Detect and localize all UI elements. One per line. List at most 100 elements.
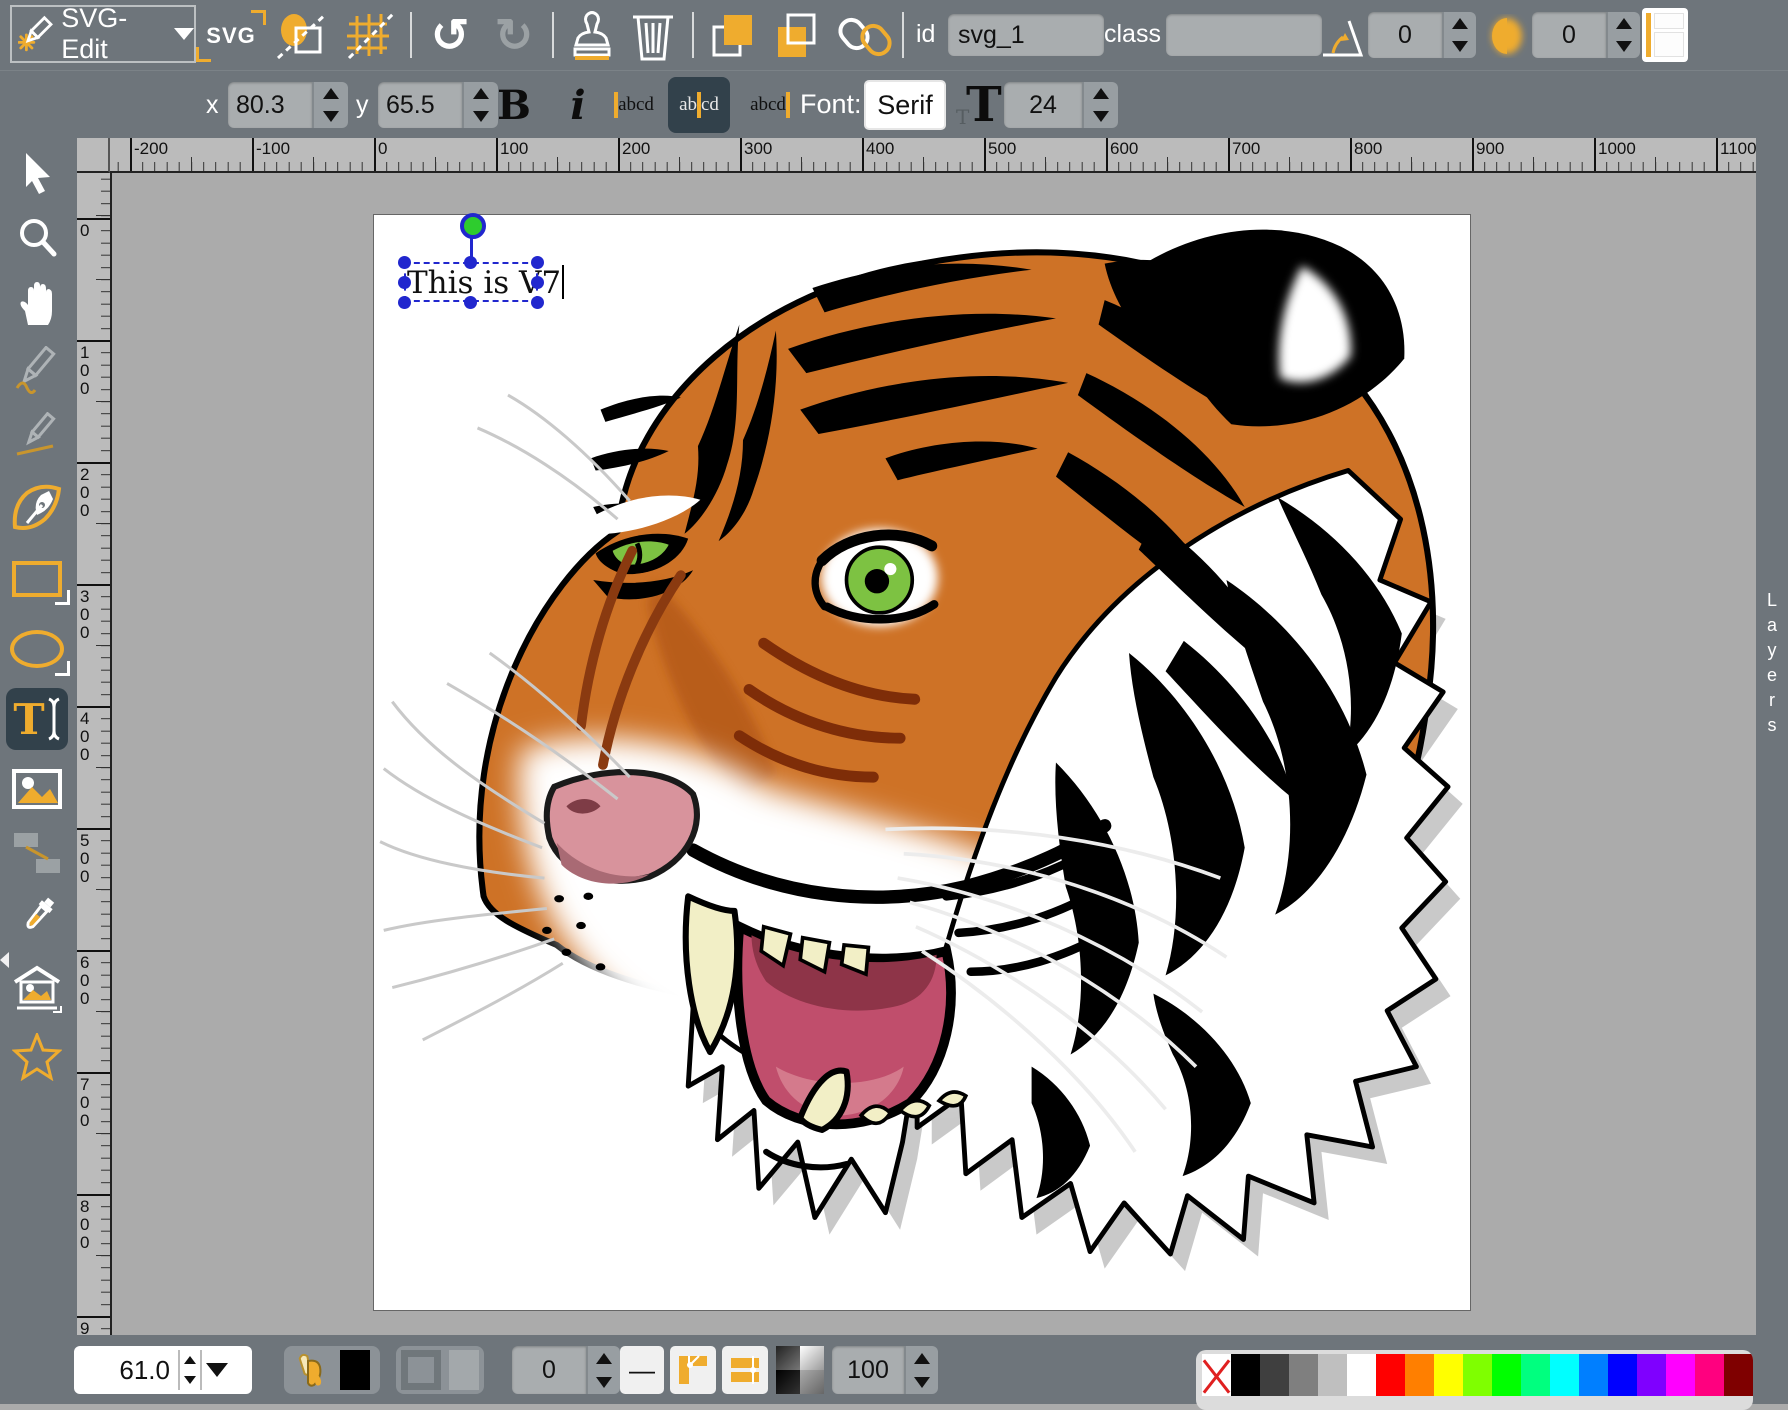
- grip-se[interactable]: [531, 296, 544, 309]
- tool-select[interactable]: [6, 142, 68, 204]
- text-anchor-end-button[interactable]: abcd: [744, 77, 796, 133]
- clone-button[interactable]: [564, 8, 620, 62]
- tool-ellipse[interactable]: [6, 618, 68, 680]
- linejoin-button[interactable]: [670, 1346, 716, 1394]
- palette-swatch-00FFFF[interactable]: [1550, 1354, 1579, 1396]
- angle-value[interactable]: 0: [1368, 12, 1442, 58]
- italic-button[interactable]: i: [560, 79, 596, 131]
- ruler-top-label: 1000: [1598, 139, 1636, 159]
- palette-swatch-none[interactable]: [1202, 1354, 1231, 1396]
- element-id-input[interactable]: svg_1: [948, 14, 1104, 56]
- opacity-spin-buttons[interactable]: [904, 1346, 938, 1394]
- delete-button[interactable]: [626, 8, 680, 62]
- edit-source-button[interactable]: SVG: [198, 14, 264, 58]
- element-class-input[interactable]: [1166, 14, 1322, 56]
- y-position-spinner[interactable]: 65.5: [378, 82, 498, 128]
- font-family-select[interactable]: Serif: [866, 82, 944, 128]
- grip-ne[interactable]: [531, 256, 544, 269]
- move-to-top-button[interactable]: [706, 10, 760, 62]
- palette-swatch-FF7F00[interactable]: [1405, 1354, 1434, 1396]
- font-size-value[interactable]: 24: [1004, 82, 1082, 128]
- grip-n[interactable]: [464, 256, 477, 269]
- palette-swatch-FF0000[interactable]: [1376, 1354, 1405, 1396]
- palette-swatch-7F0000[interactable]: [1724, 1354, 1753, 1396]
- grip-w[interactable]: [398, 276, 411, 289]
- stroke-dash-select[interactable]: —: [620, 1346, 664, 1394]
- x-position-value[interactable]: 80.3: [228, 82, 312, 128]
- grip-s[interactable]: [464, 296, 477, 309]
- rotate-handle[interactable]: [460, 213, 486, 239]
- stamp-icon: [567, 9, 617, 61]
- stroke-width-spinner[interactable]: 0: [512, 1346, 620, 1394]
- tool-image[interactable]: [6, 758, 68, 820]
- palette-swatch-007FFF[interactable]: [1579, 1354, 1608, 1396]
- move-to-bottom-button[interactable]: [770, 10, 824, 62]
- palette-swatch-00FF00[interactable]: [1492, 1354, 1521, 1396]
- grip-nw[interactable]: [398, 256, 411, 269]
- grip-e[interactable]: [531, 276, 544, 289]
- palette-swatch-BFBFBF[interactable]: [1318, 1354, 1347, 1396]
- tool-pan[interactable]: [6, 273, 68, 335]
- layers-panel-toggle[interactable]: Layers: [1756, 138, 1788, 1335]
- text-anchor-middle-button[interactable]: abcd: [668, 77, 730, 133]
- make-link-button[interactable]: [836, 10, 894, 62]
- tool-zoom[interactable]: [6, 207, 68, 269]
- palette-swatch-7F00FF[interactable]: [1637, 1354, 1666, 1396]
- document-properties-button[interactable]: [272, 10, 332, 62]
- blur-spin-buttons[interactable]: [1606, 12, 1640, 58]
- font-size-spinner[interactable]: 24: [1004, 82, 1118, 128]
- zoom-widget[interactable]: 61.0: [74, 1346, 252, 1394]
- tiger-artwork[interactable]: [374, 215, 1470, 1310]
- palette-swatch-3F3F3F[interactable]: [1260, 1354, 1289, 1396]
- palette-swatch-7F7F7F[interactable]: [1289, 1354, 1318, 1396]
- opacity-gradient-icon[interactable]: [776, 1346, 824, 1394]
- grip-sw[interactable]: [398, 296, 411, 309]
- linecap-button[interactable]: [722, 1346, 768, 1394]
- tool-shape-library[interactable]: [6, 958, 68, 1020]
- tool-line[interactable]: [6, 405, 68, 467]
- stroke-width-value[interactable]: 0: [512, 1346, 586, 1394]
- tool-rect[interactable]: [6, 548, 68, 610]
- x-spin-buttons[interactable]: [312, 82, 348, 128]
- fill-color-button[interactable]: [284, 1346, 380, 1394]
- tool-star[interactable]: [6, 1026, 68, 1088]
- palette-swatch-FF00FF[interactable]: [1666, 1354, 1695, 1396]
- zoom-spin-buttons[interactable]: [178, 1350, 202, 1390]
- tool-eyedropper[interactable]: [6, 886, 68, 948]
- tool-path[interactable]: [6, 475, 68, 537]
- blur-spinner[interactable]: 0: [1532, 12, 1640, 58]
- palette-swatch-0000FF[interactable]: [1608, 1354, 1637, 1396]
- menu-caret-icon: [174, 28, 194, 40]
- tool-connector[interactable]: [6, 822, 68, 884]
- undo-button[interactable]: ↺: [424, 8, 476, 62]
- bold-button[interactable]: B: [492, 79, 536, 131]
- font-size-spin-buttons[interactable]: [1082, 82, 1118, 128]
- text-anchor-start-button[interactable]: abcd: [608, 77, 660, 133]
- angle-spin-buttons[interactable]: [1442, 12, 1476, 58]
- redo-button[interactable]: ↻: [488, 8, 540, 62]
- palette-swatch-000000[interactable]: [1231, 1354, 1260, 1396]
- palette-swatch-FFFF00[interactable]: [1434, 1354, 1463, 1396]
- tool-pencil[interactable]: [6, 339, 68, 401]
- palette-swatch-00FF7F[interactable]: [1521, 1354, 1550, 1396]
- svg-canvas[interactable]: This is V7: [373, 214, 1471, 1311]
- panel-layout-button[interactable]: [1642, 8, 1688, 62]
- opacity-spinner[interactable]: 100: [832, 1346, 938, 1394]
- opacity-value[interactable]: 100: [832, 1346, 904, 1394]
- editor-preferences-button[interactable]: [342, 10, 398, 62]
- palette-swatch-FF007F[interactable]: [1695, 1354, 1724, 1396]
- zoom-value[interactable]: 61.0: [74, 1355, 170, 1386]
- toolbar-separator: [552, 12, 554, 58]
- zoom-dropdown-icon[interactable]: [206, 1363, 228, 1377]
- palette-swatch-7FFF00[interactable]: [1463, 1354, 1492, 1396]
- x-position-spinner[interactable]: 80.3: [228, 82, 348, 128]
- panel-collapse-arrow[interactable]: [0, 952, 9, 968]
- blur-value[interactable]: 0: [1532, 12, 1606, 58]
- y-position-value[interactable]: 65.5: [378, 82, 462, 128]
- main-menu-button[interactable]: SVG-Edit: [10, 5, 196, 63]
- palette-swatch-FFFFFF[interactable]: [1347, 1354, 1376, 1396]
- angle-spinner[interactable]: 0: [1368, 12, 1476, 58]
- stroke-color-button[interactable]: [396, 1346, 484, 1394]
- tool-text[interactable]: T: [6, 688, 68, 750]
- stroke-width-spin-buttons[interactable]: [586, 1346, 620, 1394]
